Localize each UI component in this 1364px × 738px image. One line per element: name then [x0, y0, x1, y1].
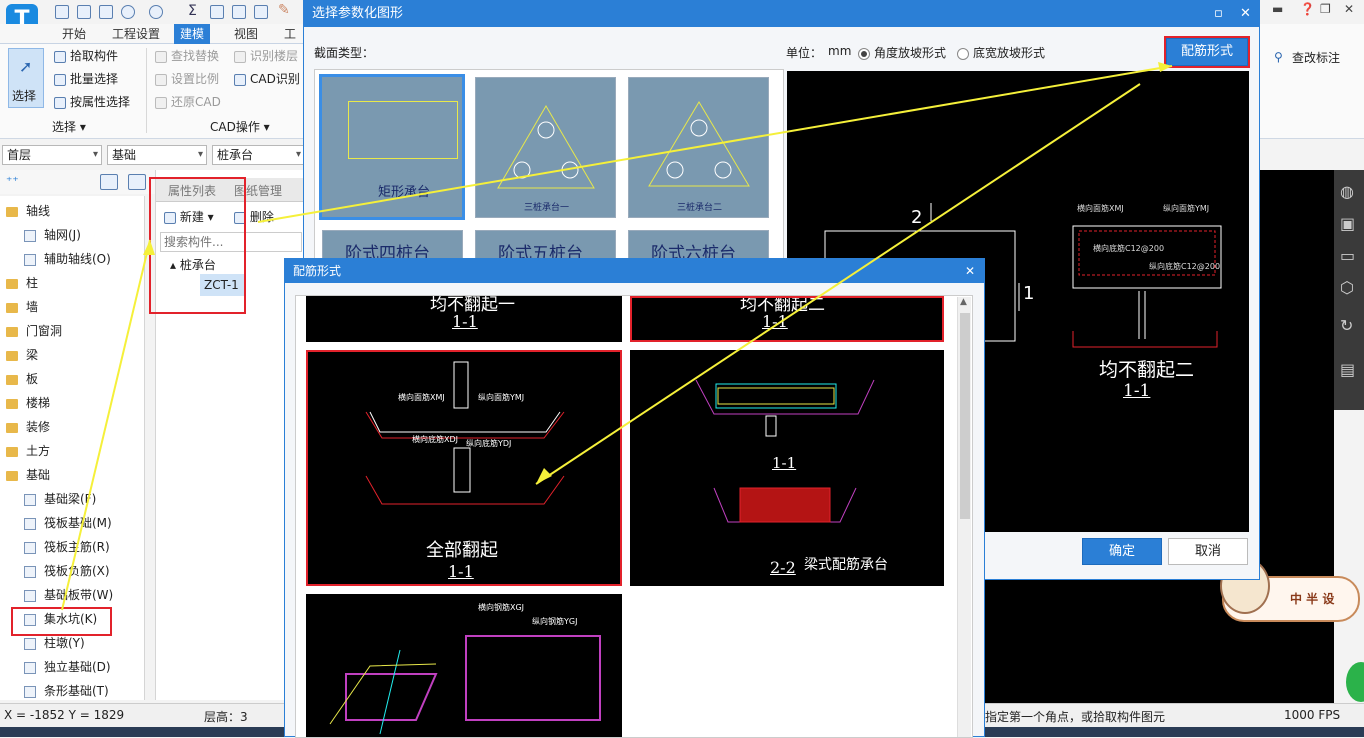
annotation-arrows [61, 62, 1173, 611]
